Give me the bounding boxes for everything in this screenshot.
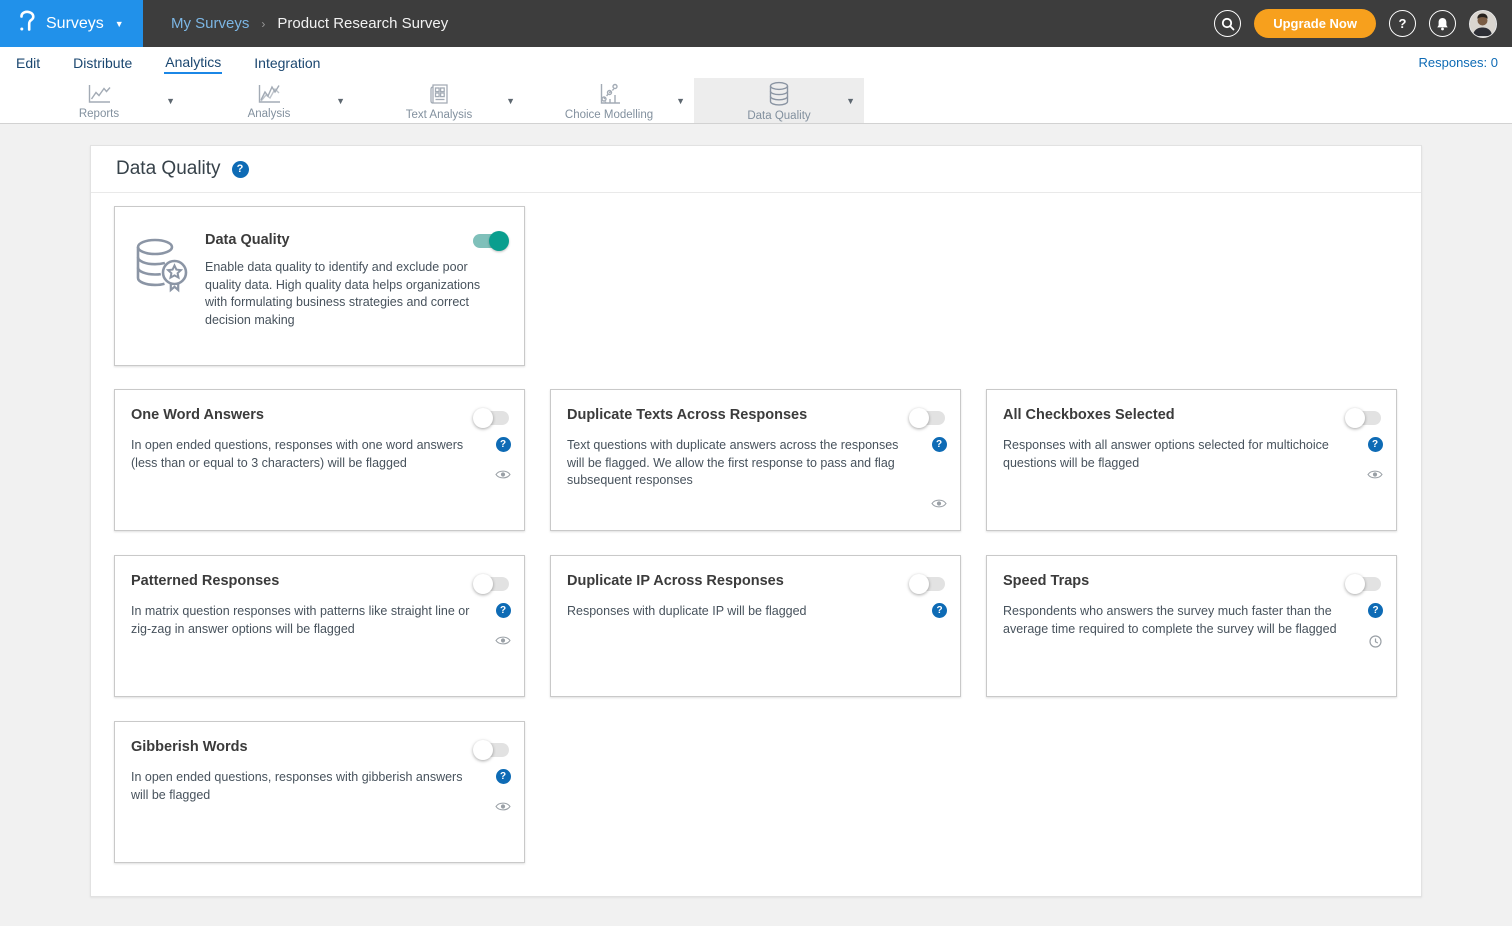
card-duplicate-texts: Duplicate Texts Across Responses Text qu… [550,389,961,531]
eye-preview-icon[interactable] [495,469,511,480]
card-description: Respondents who answers the survey much … [1003,603,1347,638]
questionpro-logo-icon [17,9,37,38]
nav-item-distribute[interactable]: Distribute [72,53,133,73]
card-title: Gibberish Words [131,739,508,755]
app-name: Surveys [46,15,104,33]
document-grid-icon [427,82,451,106]
panel-body: Data Quality Enable data quality to iden… [91,193,1421,863]
card-duplicate-ip: Duplicate IP Across Responses Responses … [550,555,961,697]
all-checkboxes-toggle[interactable] [1347,411,1381,425]
breadcrumb: My Surveys › Product Research Survey [171,15,448,32]
eye-preview-icon[interactable] [931,498,947,509]
help-icon[interactable]: ? [496,437,511,452]
breadcrumb-current-survey: Product Research Survey [277,15,448,32]
card-title: Data Quality [205,232,500,248]
product-switcher[interactable]: Surveys ▼ [0,0,143,47]
survey-section-nav: Edit Distribute Analytics Integration Re… [0,47,1512,78]
card-title: Duplicate Texts Across Responses [567,407,944,423]
help-icon[interactable]: ? [496,769,511,784]
card-description: Responses with all answer options select… [1003,437,1347,472]
tab-data-quality[interactable]: Data Quality ▼ [694,78,864,123]
help-icon[interactable]: ? [496,603,511,618]
card-description: In open ended questions, responses with … [131,769,475,804]
chevron-down-icon: ▼ [115,19,124,29]
panel-header: Data Quality ? [91,146,1421,193]
database-icon [767,81,791,107]
search-button[interactable] [1214,10,1241,37]
eye-preview-icon[interactable] [495,801,511,812]
top-header-bar: Surveys ▼ My Surveys › Product Research … [0,0,1512,47]
data-quality-toggle[interactable] [473,234,507,248]
help-icon[interactable]: ? [932,603,947,618]
eye-preview-icon[interactable] [495,635,511,646]
help-icon[interactable]: ? [1368,603,1383,618]
speed-traps-toggle[interactable] [1347,577,1381,591]
chevron-down-icon[interactable]: ▼ [846,96,855,106]
clock-icon[interactable] [1369,635,1382,648]
card-title: All Checkboxes Selected [1003,407,1380,423]
nav-item-integration[interactable]: Integration [253,53,321,73]
chevron-down-icon[interactable]: ▼ [676,96,685,106]
breadcrumb-my-surveys[interactable]: My Surveys [171,15,249,32]
help-icon[interactable]: ? [932,437,947,452]
one-word-answers-toggle[interactable] [475,411,509,425]
card-all-checkboxes-selected: All Checkboxes Selected Responses with a… [986,389,1397,531]
eye-preview-icon[interactable] [1367,469,1383,480]
question-mark-icon: ? [1399,16,1407,31]
duplicate-texts-toggle[interactable] [911,411,945,425]
card-description: Text questions with duplicate answers ac… [567,437,911,490]
tab-analysis[interactable]: Analysis ▼ [184,78,354,123]
card-title: One Word Answers [131,407,508,423]
nav-item-analytics[interactable]: Analytics [164,52,222,74]
card-data-quality-master: Data Quality Enable data quality to iden… [114,206,525,366]
patterned-responses-toggle[interactable] [475,577,509,591]
breadcrumb-separator-icon: › [261,17,265,31]
card-title: Duplicate IP Across Responses [567,573,944,589]
card-gibberish-words: Gibberish Words In open ended questions,… [114,721,525,863]
notifications-button[interactable] [1429,10,1456,37]
help-icon[interactable]: ? [1368,437,1383,452]
user-avatar[interactable] [1469,10,1497,38]
chevron-down-icon[interactable]: ▼ [166,96,175,106]
header-actions: Upgrade Now ? [1214,9,1512,38]
upgrade-now-button[interactable]: Upgrade Now [1254,9,1376,38]
scatter-chart-icon [596,82,622,106]
chevron-down-icon[interactable]: ▼ [336,96,345,106]
multi-line-chart-icon [256,83,282,105]
analytics-toolbar: Reports ▼ Analysis ▼ Text Analysis ▼ [0,78,1512,124]
card-title: Patterned Responses [131,573,508,589]
card-title: Speed Traps [1003,573,1380,589]
card-description: In open ended questions, responses with … [131,437,475,472]
card-speed-traps: Speed Traps Respondents who answers the … [986,555,1397,697]
tab-text-analysis[interactable]: Text Analysis ▼ [354,78,524,123]
card-description: Enable data quality to identify and excl… [205,259,500,329]
card-patterned-responses: Patterned Responses In matrix question r… [114,555,525,697]
card-one-word-answers: One Word Answers In open ended questions… [114,389,525,531]
rules-grid: One Word Answers In open ended questions… [114,389,1404,863]
line-chart-icon [86,83,112,105]
card-description: In matrix question responses with patter… [131,603,475,638]
data-quality-panel: Data Quality ? Data Quality Enable data [90,145,1422,897]
bell-icon [1436,17,1449,31]
help-button[interactable]: ? [1389,10,1416,37]
nav-item-edit[interactable]: Edit [15,53,41,73]
tab-choice-modelling[interactable]: Choice Modelling ▼ [524,78,694,123]
gibberish-words-toggle[interactable] [475,743,509,757]
page-help-icon[interactable]: ? [232,161,249,178]
responses-count: Responses: 0 [1419,55,1499,70]
page-title: Data Quality [116,158,221,180]
search-icon [1221,17,1235,31]
chevron-down-icon[interactable]: ▼ [506,96,515,106]
tab-reports[interactable]: Reports ▼ [14,78,184,123]
database-award-icon [132,235,190,300]
duplicate-ip-toggle[interactable] [911,577,945,591]
card-description: Responses with duplicate IP will be flag… [567,603,911,621]
